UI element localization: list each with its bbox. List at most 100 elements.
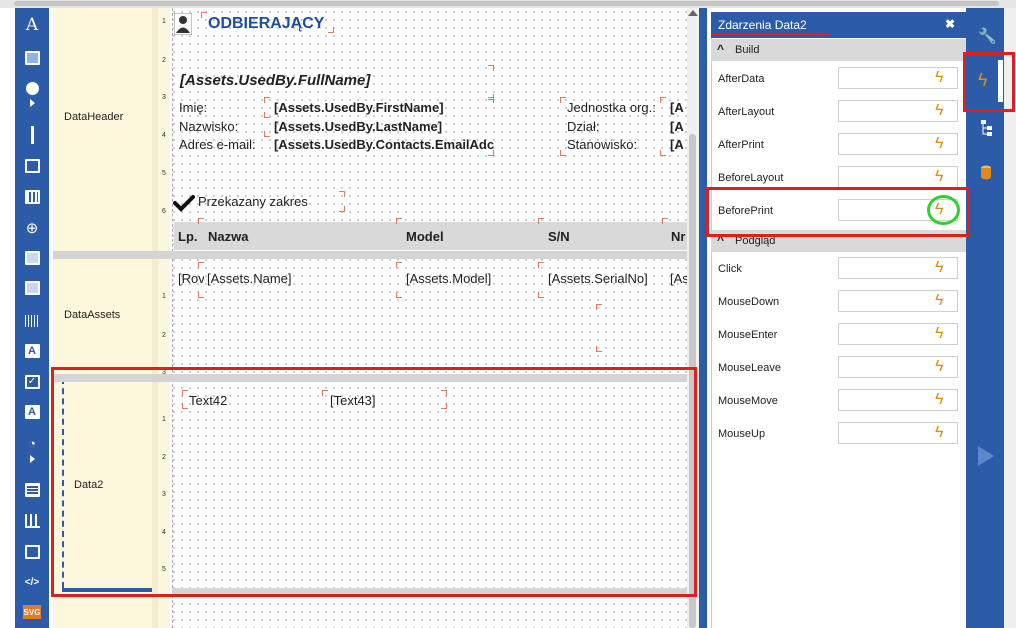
last-name-field[interactable]: [Assets.UsedBy.LastName]: [274, 119, 442, 134]
position-label[interactable]: Stanowisko:: [567, 137, 637, 152]
email-field[interactable]: [Assets.UsedBy.Contacts.EmailAdc: [274, 137, 494, 152]
top-scrollbar-thumb[interactable]: [14, 1, 999, 6]
selection-corner: [660, 97, 666, 103]
first-name-label[interactable]: Imię:: [179, 100, 207, 115]
table-header-cell[interactable]: Lp.: [178, 229, 198, 244]
selection-corner: [264, 112, 270, 118]
selection-corner: [596, 304, 602, 310]
transferred-scope-label[interactable]: Przekazany zakres: [198, 194, 308, 209]
table-header-cell[interactable]: S/N: [548, 229, 570, 244]
table-cell[interactable]: [Assets.Model]: [406, 271, 491, 286]
selection-corner: [488, 150, 494, 156]
selection-corner: [198, 262, 204, 268]
text-icon[interactable]: A: [23, 15, 41, 35]
events-panel-title: Zdarzenia Data2: [718, 18, 807, 32]
table-cell[interactable]: [Assets.Name]: [207, 271, 292, 286]
database-icon[interactable]: [980, 165, 992, 180]
category-build-label: Build: [735, 44, 760, 56]
bolt-icon[interactable]: ϟ: [935, 103, 943, 119]
grid-icon[interactable]: [23, 482, 41, 498]
band-label-dataassets[interactable]: DataAssets: [64, 309, 120, 321]
panel-splitter[interactable]: [699, 8, 707, 628]
table-cell[interactable]: [As: [670, 271, 689, 286]
selection-corner: [198, 292, 204, 298]
department-label[interactable]: Dział:: [567, 119, 600, 134]
textbox-icon[interactable]: A: [23, 404, 41, 420]
line-icon[interactable]: [23, 125, 41, 145]
org-unit-label[interactable]: Jednostka org.:: [567, 100, 656, 115]
selection-corner: [538, 218, 544, 224]
org-unit-field[interactable]: [A: [670, 100, 684, 115]
table-icon[interactable]: [23, 189, 41, 205]
tree-icon[interactable]: [981, 120, 993, 136]
event-label: MouseDown: [718, 296, 780, 308]
map-icon[interactable]: [23, 544, 41, 560]
selection-corner: [201, 12, 207, 18]
chevron-up-icon[interactable]: ^: [717, 42, 724, 56]
user-icon[interactable]: [173, 12, 193, 36]
table-cell[interactable]: [Assets.SerialNo]: [548, 271, 648, 286]
chevron-right-icon[interactable]: [23, 98, 41, 108]
beforeprint-bolt-highlight: [927, 195, 960, 225]
bolt-icon[interactable]: ϟ: [935, 326, 943, 342]
crosstab-icon[interactable]: [23, 280, 41, 296]
ruler-number: 1: [162, 18, 166, 25]
row-number-clip: [Rov: [178, 270, 204, 288]
globe-icon[interactable]: ⊕: [23, 220, 41, 237]
last-name-label[interactable]: Nazwisko:: [179, 119, 238, 134]
email-label[interactable]: Adres e-mail:: [179, 137, 256, 152]
code-icon[interactable]: </>: [23, 574, 41, 590]
bolt-icon[interactable]: ϟ: [935, 136, 943, 152]
title-underline-annotation: [712, 33, 830, 35]
band-separator[interactable]: [53, 251, 687, 259]
svg-icon[interactable]: SVG: [23, 605, 41, 619]
gauge-icon[interactable]: ◔: [23, 435, 41, 451]
subreport-icon[interactable]: [23, 250, 41, 266]
chart-icon[interactable]: [23, 513, 41, 529]
event-label: MouseUp: [718, 428, 766, 440]
play-icon[interactable]: [978, 446, 994, 466]
selection-corner: [339, 191, 345, 197]
selection-corner: [396, 218, 402, 224]
ruler-number: 3: [162, 94, 166, 101]
bolt-icon[interactable]: ϟ: [935, 392, 943, 408]
event-label: BeforeLayout: [718, 172, 784, 184]
barcode-icon[interactable]: [23, 313, 41, 329]
scroll-up-arrow-icon[interactable]: [688, 10, 698, 16]
bolt-icon[interactable]: ϟ: [935, 425, 943, 441]
ruler-number: 1: [162, 293, 166, 300]
selection-corner: [339, 206, 345, 212]
band-label-dataheader[interactable]: DataHeader: [64, 111, 123, 123]
richtext-icon[interactable]: A: [23, 343, 41, 359]
ruler-number: 6: [162, 208, 166, 215]
close-icon[interactable]: ✖: [945, 17, 955, 31]
image-icon[interactable]: [23, 50, 41, 66]
position-field[interactable]: [A: [670, 137, 684, 152]
selection-corner: [560, 97, 566, 103]
selection-corner: [396, 292, 402, 298]
selection-corner: [328, 27, 334, 33]
department-field[interactable]: [A: [670, 119, 684, 134]
chevron-right-icon-2[interactable]: [23, 454, 41, 464]
bolt-icon[interactable]: ϟ: [935, 70, 943, 86]
selection-corner: [264, 97, 270, 103]
bolt-icon[interactable]: ϟ: [935, 169, 943, 185]
checkbox-icon[interactable]: ✓: [23, 374, 41, 390]
bolt-icon[interactable]: ϟ: [935, 260, 943, 276]
ruler-number: 5: [162, 170, 166, 177]
full-name-field[interactable]: [Assets.UsedBy.FullName]: [180, 72, 370, 89]
panel-icon[interactable]: [23, 158, 41, 174]
table-header-cell[interactable]: Model: [406, 229, 444, 244]
bolt-icon[interactable]: ϟ: [935, 293, 943, 309]
event-label: MouseMove: [718, 395, 778, 407]
table-cell[interactable]: [Rov: [178, 271, 204, 286]
receiver-title[interactable]: ODBIERAJĄCY: [208, 15, 324, 33]
bolt-icon[interactable]: ϟ: [935, 359, 943, 375]
first-name-field[interactable]: [Assets.UsedBy.FirstName]: [274, 100, 444, 115]
wrench-icon[interactable]: 🔧: [978, 27, 997, 45]
shape-icon[interactable]: [23, 80, 41, 96]
table-header-cell[interactable]: Nazwa: [208, 229, 248, 244]
table-header-cell[interactable]: Nr: [671, 229, 685, 244]
selection-corner: [264, 131, 270, 137]
checkmark-icon[interactable]: [173, 194, 195, 212]
